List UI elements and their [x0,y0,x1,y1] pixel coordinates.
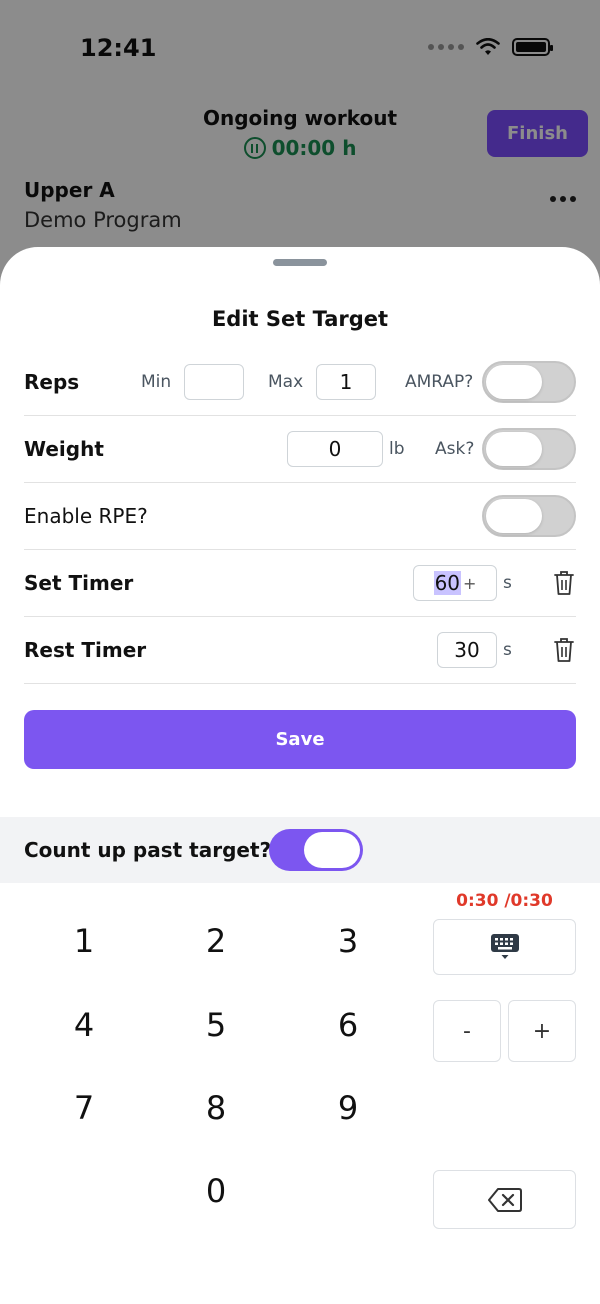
key-0[interactable]: 0 [156,1156,276,1226]
reps-max-input[interactable]: 1 [316,364,376,400]
sheet-grabber[interactable] [273,259,327,266]
set-timer-unit: s [503,573,512,593]
count-up-bar: Count up past target? [0,817,600,883]
edit-set-target-sheet: Edit Set Target Reps Min Max 1 AMRAP? We… [0,247,600,1304]
sheet-title: Edit Set Target [211,307,389,331]
weight-input[interactable]: 0 [287,431,383,467]
set-timer-input[interactable]: 60 + [413,565,497,601]
key-9[interactable]: 9 [288,1073,408,1143]
timer-readout: 0:30 /0:30 [456,891,553,911]
reps-row: Reps Min Max 1 AMRAP? [24,349,576,416]
key-6[interactable]: 6 [288,990,408,1060]
ask-label: Ask? [435,439,475,459]
backspace-button[interactable] [433,1170,576,1229]
rest-timer-input[interactable]: 30 [437,632,497,668]
set-timer-selected-text: 60 [433,571,462,595]
key-3[interactable]: 3 [288,906,408,976]
reps-label: Reps [24,370,80,394]
set-timer-suffix: + [463,573,477,593]
decrement-button[interactable]: - [433,1000,501,1062]
count-up-toggle[interactable] [269,829,363,871]
dismiss-keyboard-button[interactable] [433,919,576,975]
delete-set-timer-icon[interactable] [552,569,576,597]
rpe-row: Enable RPE? [24,483,576,550]
key-8[interactable]: 8 [156,1073,276,1143]
rpe-label: Enable RPE? [24,504,148,528]
weight-unit: lb [389,439,405,459]
set-timer-row: Set Timer 60 + s [24,550,576,617]
weight-row: Weight 0 lb Ask? [24,416,576,483]
increment-button[interactable]: + [508,1000,576,1062]
rpe-toggle[interactable] [482,495,576,537]
rest-timer-unit: s [503,640,512,660]
rest-timer-row: Rest Timer 30 s [24,617,576,684]
key-2[interactable]: 2 [156,906,276,976]
backspace-icon [487,1187,522,1212]
set-timer-label: Set Timer [24,571,134,595]
rest-timer-label: Rest Timer [24,638,147,662]
key-7[interactable]: 7 [24,1073,144,1143]
key-4[interactable]: 4 [24,990,144,1060]
count-up-label: Count up past target? [24,838,272,862]
weight-label: Weight [24,437,104,461]
save-button[interactable]: Save [24,710,576,769]
amrap-toggle[interactable] [482,361,576,403]
reps-max-label: Max [268,372,304,392]
delete-rest-timer-icon[interactable] [552,636,576,664]
keyboard-icon [490,934,519,959]
key-1[interactable]: 1 [24,906,144,976]
reps-min-input[interactable] [184,364,244,400]
ask-toggle[interactable] [482,428,576,470]
key-5[interactable]: 5 [156,990,276,1060]
reps-min-label: Min [141,372,172,392]
amrap-label: AMRAP? [405,372,474,392]
